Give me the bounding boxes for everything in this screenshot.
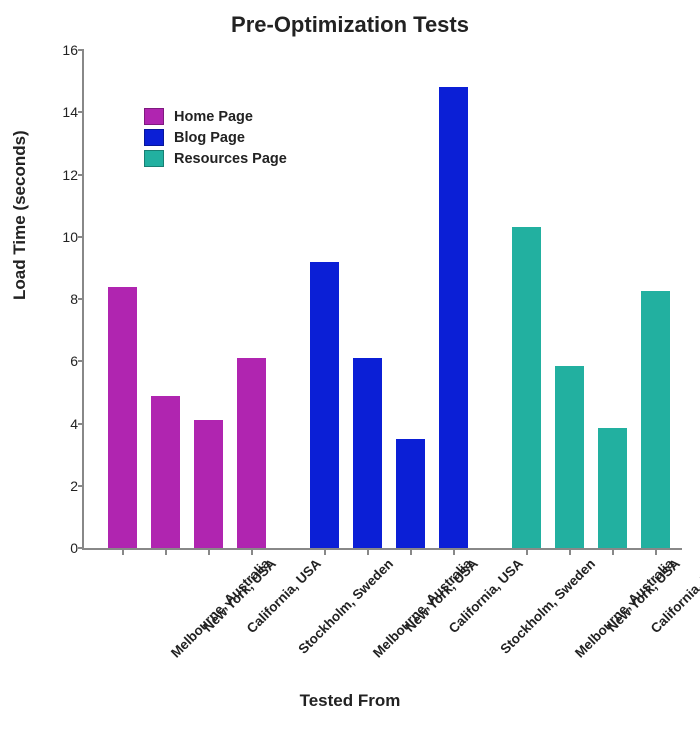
- x-tick-mark: [165, 550, 167, 555]
- x-tick-mark: [251, 550, 253, 555]
- chart-title: Pre-Optimization Tests: [0, 12, 700, 38]
- y-tick-mark: [78, 174, 84, 176]
- bar: [555, 366, 584, 548]
- legend: Home Page Blog Page Resources Page: [144, 106, 287, 169]
- y-tick-mark: [78, 298, 84, 300]
- y-axis-label: Load Time (seconds): [10, 130, 30, 300]
- x-tick-mark: [410, 550, 412, 555]
- y-tick-label: 6: [42, 353, 78, 369]
- bar: [237, 358, 266, 548]
- x-tick-mark: [526, 550, 528, 555]
- x-tick-mark: [453, 550, 455, 555]
- plot-area: Home PageBlog PageResources Page 0246810…: [82, 50, 682, 550]
- legend-item: Home Page: [144, 106, 287, 127]
- bar: [598, 428, 627, 548]
- y-tick-label: 2: [42, 478, 78, 494]
- x-tick-mark: [122, 550, 124, 555]
- bar: [194, 420, 223, 548]
- y-tick-label: 14: [42, 104, 78, 120]
- y-tick-mark: [78, 111, 84, 113]
- bar: [439, 87, 468, 548]
- legend-swatch: [144, 129, 164, 146]
- y-tick-mark: [78, 360, 84, 362]
- x-axis-label: Tested From: [0, 691, 700, 711]
- x-tick-mark: [612, 550, 614, 555]
- y-tick-label: 0: [42, 540, 78, 556]
- y-tick-mark: [78, 236, 84, 238]
- x-tick-mark: [208, 550, 210, 555]
- y-tick-mark: [78, 547, 84, 549]
- bar: [512, 227, 541, 548]
- legend-label: Blog Page: [174, 130, 245, 146]
- bar: [396, 439, 425, 548]
- bar-chart: Pre-Optimization Tests Load Time (second…: [0, 0, 700, 729]
- legend-item: Resources Page: [144, 148, 287, 169]
- legend-swatch: [144, 150, 164, 167]
- legend-swatch: [144, 108, 164, 125]
- y-tick-mark: [78, 423, 84, 425]
- x-tick-mark: [324, 550, 326, 555]
- y-tick-label: 16: [42, 42, 78, 58]
- y-tick-mark: [78, 49, 84, 51]
- bar: [310, 262, 339, 548]
- bar: [151, 396, 180, 549]
- y-tick-label: 4: [42, 416, 78, 432]
- x-tick-mark: [367, 550, 369, 555]
- x-tick-mark: [655, 550, 657, 555]
- y-tick-label: 8: [42, 291, 78, 307]
- x-tick-mark: [569, 550, 571, 555]
- bar: [641, 291, 670, 548]
- y-tick-label: 12: [42, 167, 78, 183]
- y-tick-label: 10: [42, 229, 78, 245]
- bar: [353, 358, 382, 548]
- bar: [108, 287, 137, 548]
- y-tick-mark: [78, 485, 84, 487]
- legend-item: Blog Page: [144, 127, 287, 148]
- legend-label: Home Page: [174, 109, 253, 125]
- legend-label: Resources Page: [174, 151, 287, 167]
